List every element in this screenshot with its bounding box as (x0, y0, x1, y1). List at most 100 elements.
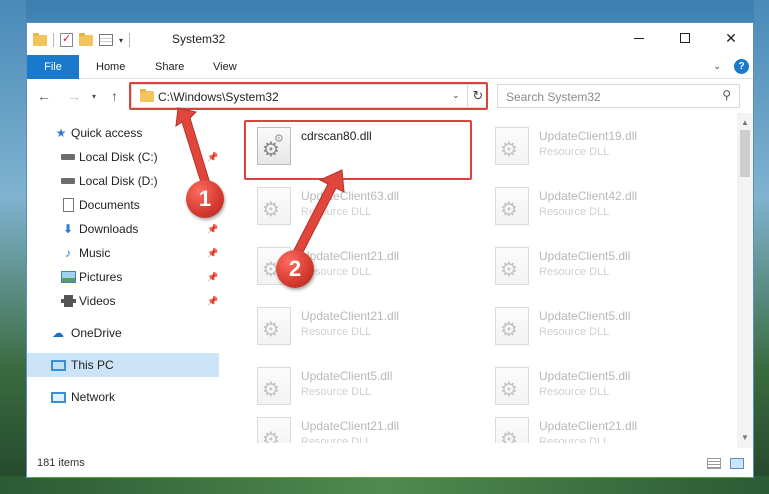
music-note-icon: ♪ (65, 246, 71, 260)
search-input[interactable]: Search System32 ⚲ (497, 84, 740, 108)
file-name: UpdateClient5.dll (539, 249, 631, 263)
customize-toolbar-icon[interactable] (99, 34, 113, 46)
pin-icon[interactable]: 📌 (207, 296, 218, 307)
file-type: Resource DLL (301, 386, 372, 398)
file-name: UpdateClient21.dll (301, 309, 400, 323)
file-name: UpdateClient21.dll (301, 419, 400, 433)
file-type: Resource DLL (539, 146, 610, 158)
pictures-icon (60, 270, 76, 284)
sidebar-item-pictures[interactable]: Pictures 📌 (27, 265, 219, 289)
dll-gear-icon: ⚙ (495, 247, 529, 285)
folder-icon[interactable] (33, 32, 47, 46)
up-arrow-icon[interactable]: ↑ (111, 88, 118, 104)
sidebar-item-label: Music (79, 246, 111, 260)
large-icons-view-icon[interactable] (730, 458, 744, 469)
desktop-background-right (754, 0, 769, 494)
status-bar: 181 items (27, 451, 753, 477)
file-item[interactable]: ⚙ UpdateClient21.dll Resource DLL (249, 413, 479, 443)
maximize-icon (680, 33, 690, 43)
tab-home[interactable]: Home (96, 55, 125, 79)
callout-badge-2: 2 (276, 250, 314, 288)
sidebar-item-music[interactable]: ♪ Music 📌 (27, 241, 219, 265)
file-item[interactable]: ⚙ UpdateClient5.dll Resource DLL (487, 303, 717, 353)
sidebar-item-label: Local Disk (C:) (79, 150, 158, 164)
help-icon[interactable]: ? (734, 59, 749, 74)
sidebar-item-label: Local Disk (D:) (79, 174, 158, 188)
file-name: UpdateClient42.dll (539, 189, 638, 203)
dll-gear-icon: ⚙ (257, 307, 291, 345)
search-icon[interactable]: ⚲ (722, 88, 731, 102)
toolbar-separator (129, 33, 131, 47)
network-icon (50, 390, 66, 404)
sidebar-item-label: OneDrive (71, 326, 122, 340)
file-type: Resource DLL (539, 266, 610, 278)
document-icon (60, 198, 76, 212)
scroll-up-arrow-icon[interactable]: ▲ (741, 118, 749, 127)
file-item[interactable]: ⚙ UpdateClient5.dll Resource DLL (487, 243, 717, 293)
file-item[interactable]: ⚙ UpdateClient21.dll Resource DLL (487, 413, 717, 443)
pin-icon[interactable]: 📌 (207, 248, 218, 259)
sidebar-item-label: Downloads (79, 222, 139, 236)
file-item[interactable]: ⚙ UpdateClient42.dll Resource DLL (487, 183, 717, 233)
back-arrow-icon[interactable]: ← (37, 88, 51, 104)
file-type: Resource DLL (301, 326, 372, 338)
scroll-down-arrow-icon[interactable]: ▼ (741, 433, 749, 442)
ribbon-tabs: File Home Share View ⌄ ? (27, 55, 753, 79)
expand-ribbon-chevron-icon[interactable]: ⌄ (713, 61, 721, 72)
desktop-background-left (0, 0, 26, 494)
sidebar-item-network[interactable]: Network (27, 385, 219, 409)
navigation-bar: ← → ▾ ↑ C:\Windows\System32 ⌄ ↻ Search S… (27, 79, 753, 113)
search-placeholder: Search System32 (506, 90, 601, 104)
file-item[interactable]: ⚙ UpdateClient5.dll Resource DLL (249, 363, 479, 413)
tab-file[interactable]: File (27, 55, 79, 79)
sidebar-item-label: This PC (71, 358, 114, 372)
new-folder-icon[interactable] (79, 32, 93, 46)
pin-icon[interactable]: 📌 (207, 224, 218, 235)
item-count: 181 items (37, 457, 85, 469)
file-type: Resource DLL (539, 436, 610, 443)
scrollbar-thumb[interactable] (740, 130, 750, 177)
file-name: UpdateClient5.dll (539, 309, 631, 323)
properties-check-icon[interactable] (60, 32, 73, 47)
tab-view[interactable]: View (213, 55, 237, 79)
file-item[interactable]: ⚙ UpdateClient19.dll Resource DLL (487, 123, 717, 173)
quick-access-toolbar: ▾ (33, 31, 131, 49)
sidebar-item-label: Pictures (79, 270, 123, 284)
dll-gear-icon: ⚙ (495, 127, 529, 165)
dll-gear-icon: ⚙ (495, 417, 529, 443)
file-item[interactable]: ⚙ UpdateClient5.dll Resource DLL (487, 363, 717, 413)
callout-badge-1: 1 (186, 180, 224, 218)
star-icon: ★ (55, 126, 67, 140)
sidebar-item-downloads[interactable]: ⬇ Downloads 📌 (27, 217, 219, 241)
dll-gear-icon: ⚙ (495, 367, 529, 405)
download-arrow-icon: ⬇ (62, 222, 74, 236)
vertical-scrollbar[interactable]: ▲ ▼ (737, 113, 753, 448)
file-item[interactable]: ⚙ UpdateClient21.dll Resource DLL (249, 303, 479, 353)
details-view-icon[interactable] (707, 458, 721, 469)
disk-icon (60, 150, 76, 164)
sidebar-item-this-pc[interactable]: This PC (27, 353, 219, 377)
tab-share[interactable]: Share (155, 55, 184, 79)
file-type: Resource DLL (539, 326, 610, 338)
file-name: UpdateClient21.dll (539, 419, 638, 433)
recent-locations-chevron-icon[interactable]: ▾ (92, 92, 96, 101)
minimize-button[interactable] (616, 23, 662, 53)
cloud-icon: ☁ (52, 326, 64, 340)
file-type: Resource DLL (539, 206, 610, 218)
close-button[interactable]: ✕ (708, 23, 753, 53)
toolbar-dropdown-icon[interactable]: ▾ (119, 36, 123, 45)
close-icon: ✕ (725, 29, 737, 46)
file-name: UpdateClient5.dll (301, 369, 393, 383)
sidebar-item-videos[interactable]: Videos 📌 (27, 289, 219, 313)
minimize-icon (634, 37, 644, 39)
sidebar-item-label: Documents (79, 198, 140, 212)
sidebar-item-onedrive[interactable]: ☁ OneDrive (27, 321, 219, 345)
maximize-button[interactable] (662, 23, 708, 53)
pin-icon[interactable]: 📌 (207, 272, 218, 283)
sidebar-item-label: Quick access (71, 126, 143, 140)
computer-icon (50, 358, 66, 372)
dll-gear-icon: ⚙ (495, 307, 529, 345)
toolbar-separator (53, 33, 54, 47)
file-name: UpdateClient5.dll (539, 369, 631, 383)
forward-arrow-icon[interactable]: → (67, 88, 81, 104)
